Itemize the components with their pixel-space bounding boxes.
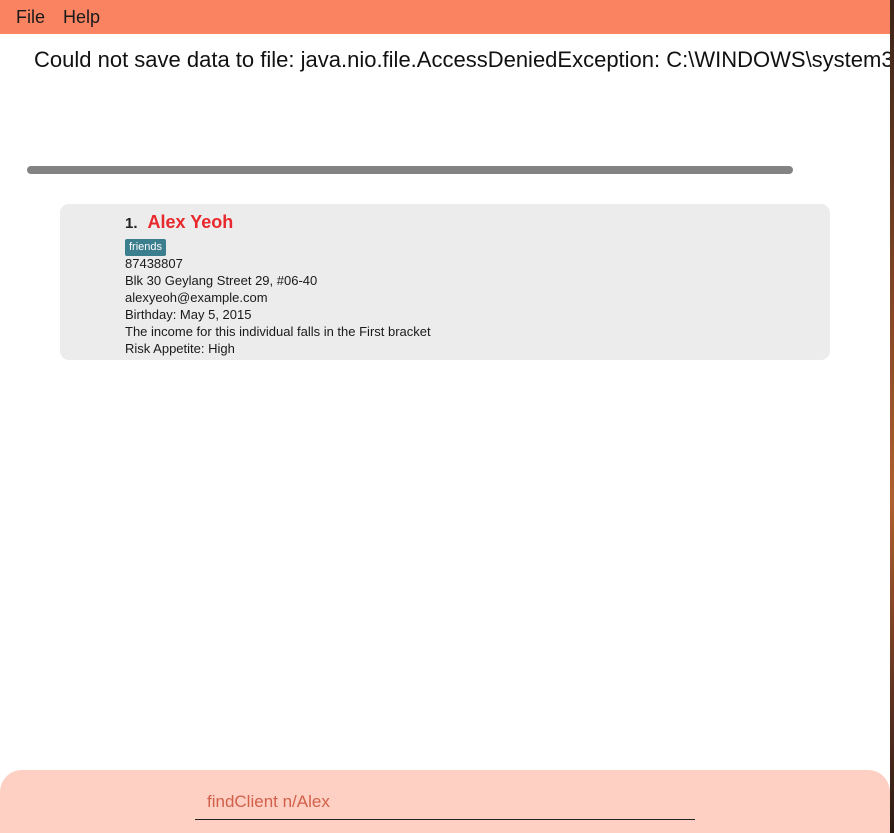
- person-birthday: Birthday: May 5, 2015: [125, 307, 252, 322]
- command-input[interactable]: [195, 785, 695, 820]
- person-card[interactable]: 1. Alex Yeoh friends 87438807 Blk 30 Gey…: [60, 204, 830, 360]
- person-name: Alex Yeoh: [147, 212, 234, 232]
- result-display: Could not save data to file: java.nio.fi…: [34, 47, 890, 72]
- person-card-body: 1. Alex Yeoh friends 87438807 Blk 30 Gey…: [125, 212, 431, 357]
- app-window: File Help Could not save data to file: j…: [0, 0, 890, 833]
- menu-help[interactable]: Help: [54, 0, 109, 34]
- person-address: Blk 30 Geylang Street 29, #06-40: [125, 273, 318, 288]
- person-phone: 87438807: [125, 256, 183, 271]
- tag-badge: friends: [125, 239, 167, 256]
- person-risk-appetite: Risk Appetite: High: [125, 341, 235, 356]
- menu-bar: File Help: [0, 0, 890, 34]
- person-income: The income for this individual falls in …: [125, 324, 431, 339]
- split-pane-divider[interactable]: [27, 166, 793, 174]
- command-box: [0, 770, 890, 833]
- tag-list: friends: [125, 237, 431, 256]
- name-row: 1. Alex Yeoh: [125, 212, 431, 236]
- person-email: alexyeoh@example.com: [125, 290, 268, 305]
- menu-file[interactable]: File: [0, 0, 54, 34]
- person-index: 1.: [125, 215, 138, 232]
